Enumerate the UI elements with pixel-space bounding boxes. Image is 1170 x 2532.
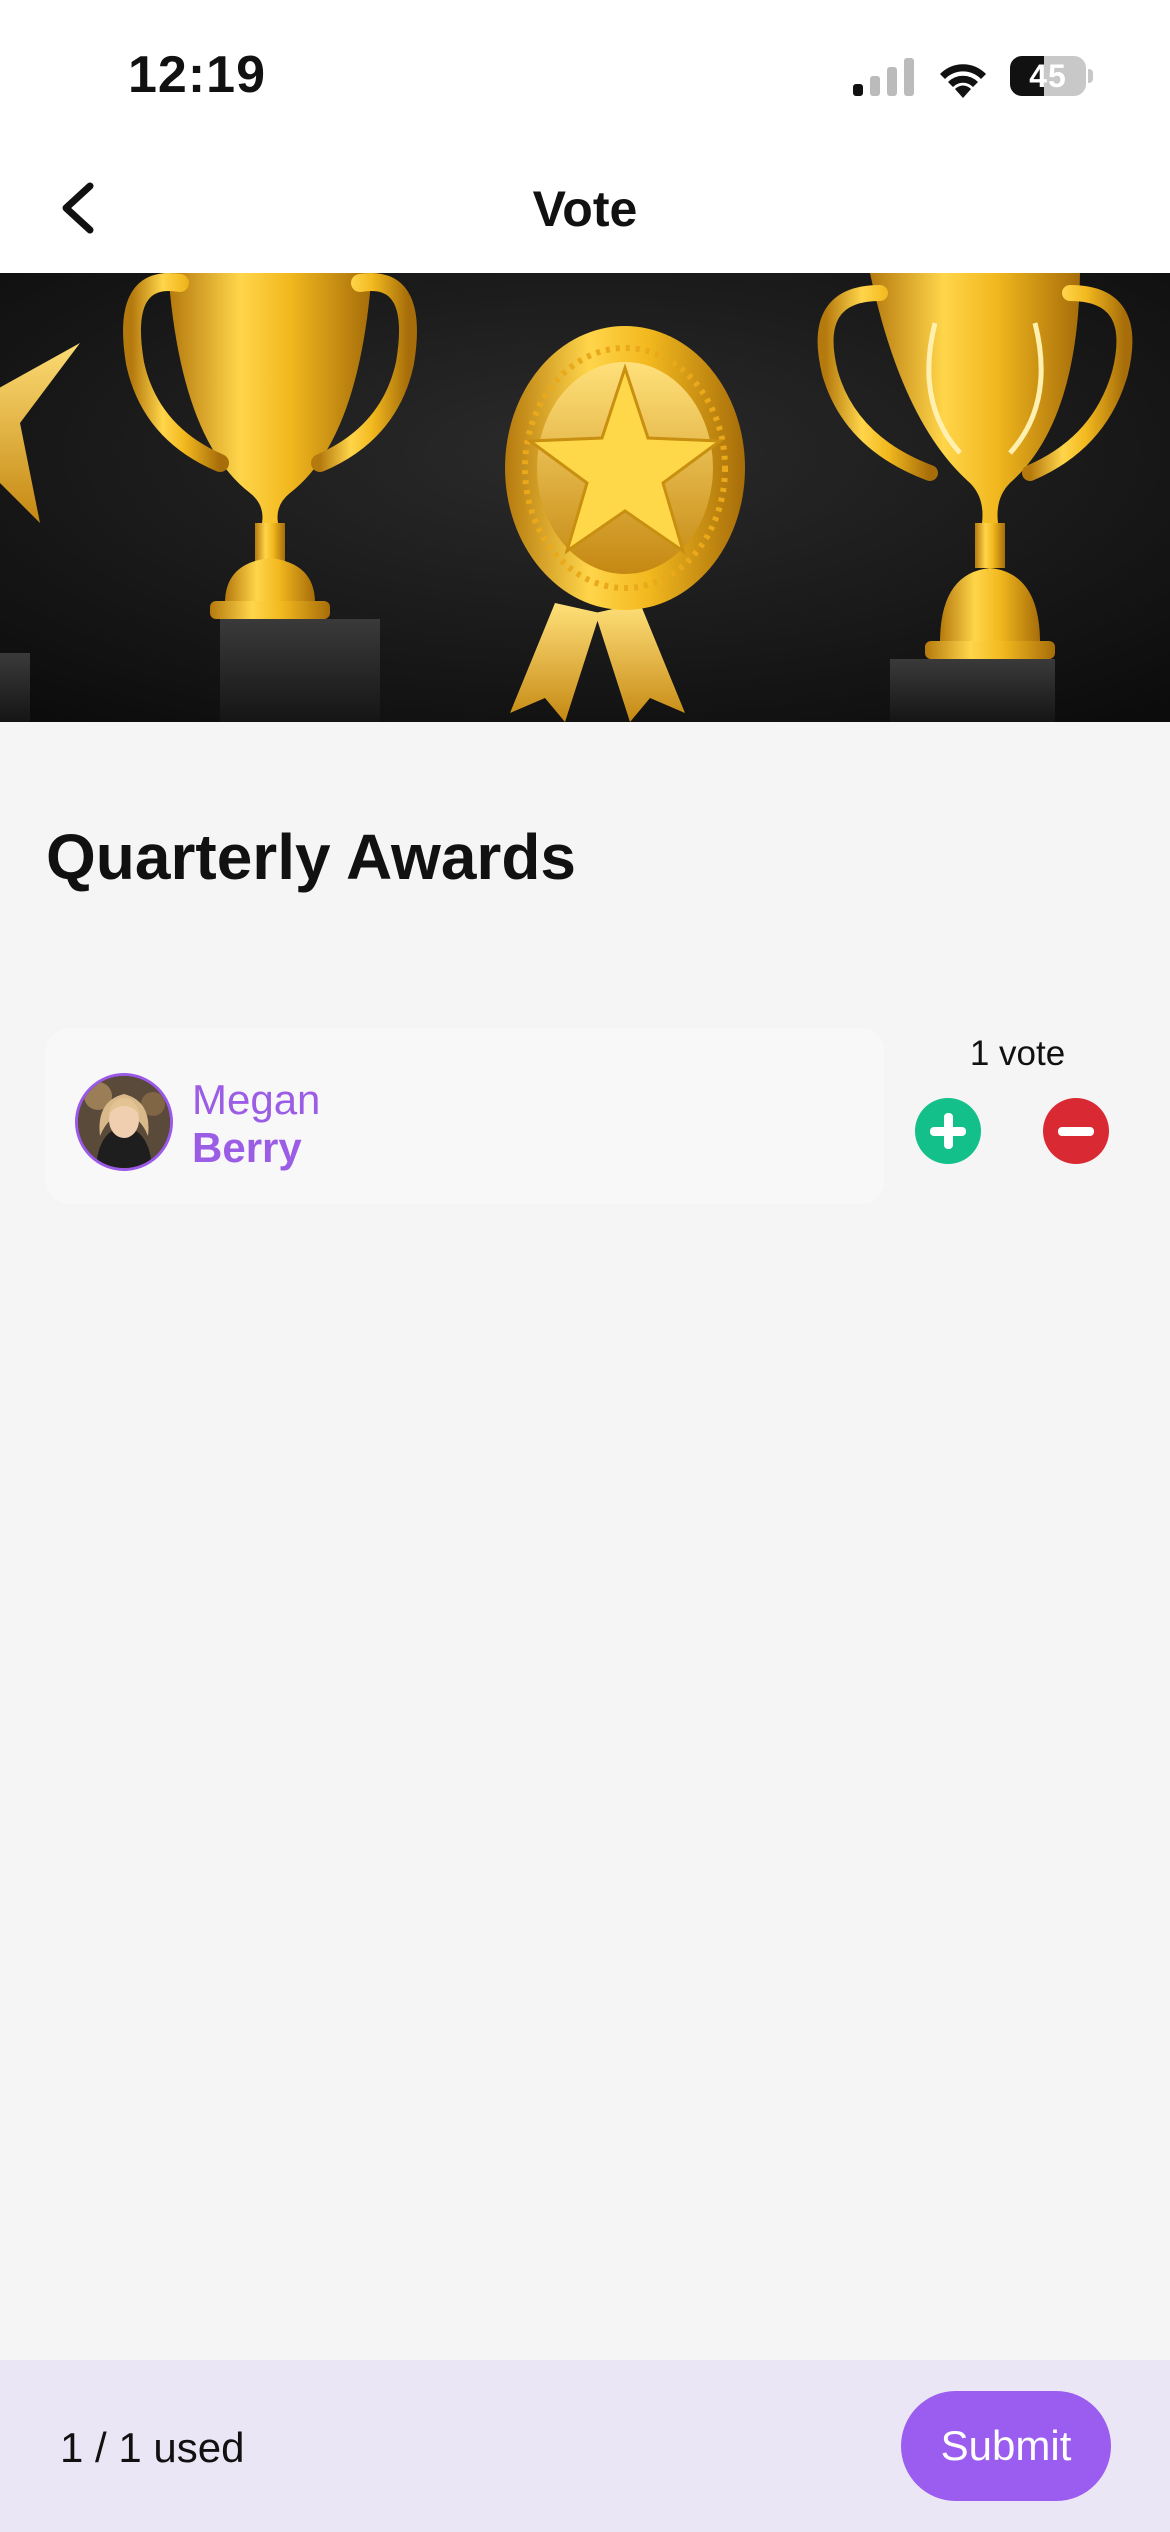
candidate-first-name: Megan (192, 1076, 321, 1123)
remove-vote-button[interactable] (1043, 1098, 1109, 1164)
status-time: 12:19 (128, 46, 266, 104)
add-vote-button[interactable] (915, 1098, 981, 1164)
candidate-last-name: Berry (192, 1124, 302, 1171)
status-bar: 12:19 45 (0, 0, 1170, 150)
hero-banner-image (0, 273, 1170, 722)
submit-button[interactable]: Submit (901, 2391, 1111, 2501)
battery-nub (1088, 69, 1093, 83)
cellular-signal-icon (853, 58, 914, 96)
battery-level: 45 (1029, 58, 1067, 94)
vote-count: 1 vote (969, 1034, 1066, 1073)
trophies-illustration (0, 273, 1170, 722)
footer-bar: 1 / 1 used Submit (0, 2360, 1170, 2532)
nav-title: Vote (532, 181, 638, 237)
avatar (75, 1073, 173, 1171)
candidate-card[interactable]: Megan Berry (46, 1028, 884, 1204)
wifi-icon (940, 64, 986, 98)
profile-photo (78, 1076, 170, 1168)
page-title: Quarterly Awards (46, 821, 576, 893)
votes-used-label: 1 / 1 used (60, 2424, 245, 2471)
nav-bar: Vote (0, 150, 1170, 273)
battery-icon: 45 (1010, 56, 1086, 96)
